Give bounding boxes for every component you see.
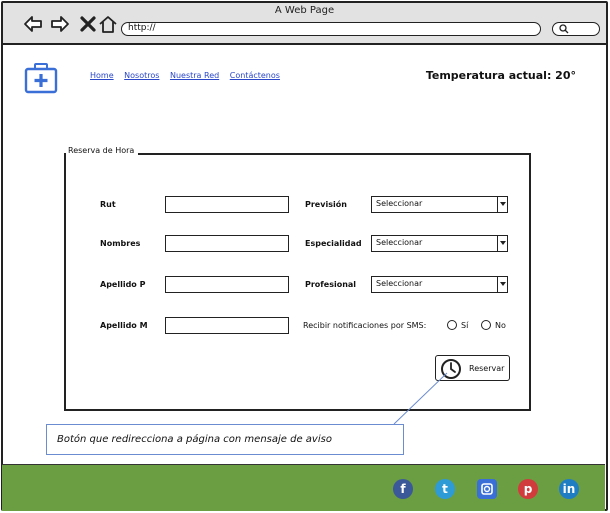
footer: f t p in — [2, 464, 605, 511]
search-box[interactable] — [552, 22, 600, 36]
prevision-select[interactable]: Seleccionar — [371, 196, 508, 213]
apellido-p-input[interactable] — [165, 276, 289, 293]
especialidad-select[interactable]: Seleccionar — [371, 235, 508, 252]
apellido-m-label: Apellido M — [100, 321, 148, 330]
medical-kit-icon[interactable] — [24, 61, 58, 95]
annotation-callout: Botón que redirecciona a página con mens… — [46, 424, 404, 455]
profesional-select[interactable]: Seleccionar — [371, 276, 508, 293]
arrow-left-icon[interactable] — [23, 14, 43, 34]
twitter-icon[interactable]: t — [435, 479, 455, 499]
reserve-button-label: Reservar — [469, 364, 505, 373]
sms-option-si: Sí — [461, 321, 469, 330]
fieldset-legend: Reserva de Hora — [66, 146, 139, 155]
prevision-label: Previsión — [305, 200, 347, 209]
sms-radio-si[interactable] — [447, 320, 457, 330]
sms-radio-no[interactable] — [481, 320, 491, 330]
sms-label: Recibir notificaciones por SMS: — [303, 321, 427, 330]
linkedin-icon[interactable]: in — [559, 479, 579, 499]
pinterest-icon[interactable]: p — [518, 479, 538, 499]
nombres-label: Nombres — [100, 239, 141, 248]
nav-contactenos[interactable]: Contáctenos — [230, 71, 280, 80]
instagram-icon[interactable] — [477, 479, 497, 499]
clock-icon — [441, 359, 461, 379]
apellido-p-label: Apellido P — [100, 280, 146, 289]
temperature-display: Temperatura actual: 20° — [425, 69, 576, 82]
home-icon[interactable] — [98, 14, 118, 34]
reserve-button[interactable]: Reservar — [435, 355, 510, 381]
prevision-select-value: Seleccionar — [376, 199, 423, 208]
facebook-icon[interactable]: f — [393, 479, 413, 499]
rut-label: Rut — [100, 200, 116, 209]
arrow-right-icon[interactable] — [50, 14, 70, 34]
nav-home[interactable]: Home — [90, 71, 114, 80]
chevron-down-icon — [497, 196, 508, 213]
chevron-down-icon — [497, 276, 508, 293]
sms-option-no: No — [495, 321, 506, 330]
browser-toolbar: A Web Page http:// — [3, 3, 606, 45]
search-icon — [559, 24, 569, 34]
profesional-select-value: Seleccionar — [376, 279, 423, 288]
instagram-glyph — [481, 483, 493, 495]
nav-nuestra-red[interactable]: Nuestra Red — [170, 71, 219, 80]
rut-input[interactable] — [165, 196, 289, 213]
close-icon[interactable] — [78, 14, 98, 34]
profesional-label: Profesional — [305, 280, 357, 289]
chevron-down-icon — [497, 235, 508, 252]
especialidad-label: Especialidad — [305, 239, 362, 248]
nav-nosotros[interactable]: Nosotros — [124, 71, 159, 80]
main-menu: Home Nosotros Nuestra Red Contáctenos — [90, 71, 288, 80]
especialidad-select-value: Seleccionar — [376, 238, 423, 247]
url-bar[interactable]: http:// — [121, 22, 541, 36]
nombres-input[interactable] — [165, 235, 289, 252]
apellido-m-input[interactable] — [165, 317, 289, 334]
